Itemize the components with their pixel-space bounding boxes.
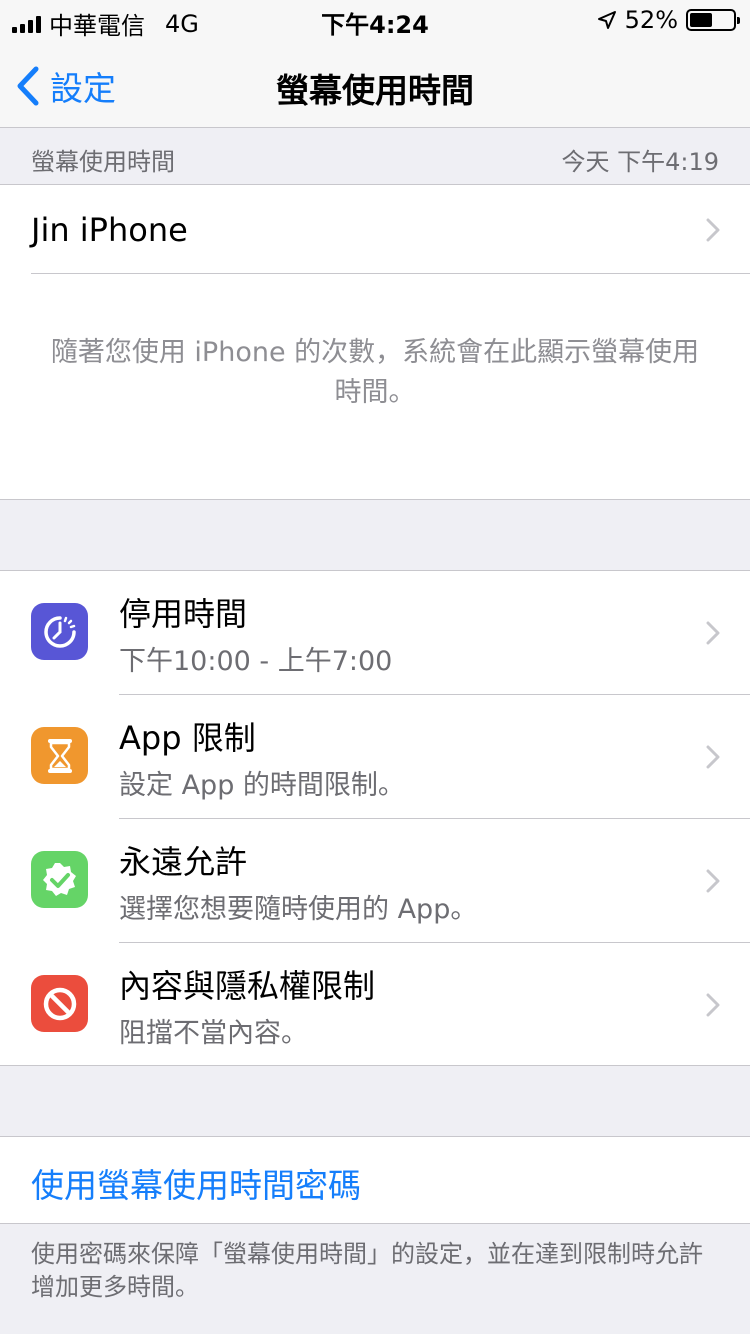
downtime-row[interactable]: 停用時間 下午10:00 - 上午7:00 xyxy=(0,571,750,695)
location-arrow-icon xyxy=(597,11,616,29)
device-row[interactable]: Jin iPhone xyxy=(0,185,750,273)
summary-section-header: 螢幕使用時間 今天 下午4:19 xyxy=(0,129,750,185)
chevron-right-icon xyxy=(706,869,720,893)
downtime-subtitle: 下午10:00 - 上午7:00 xyxy=(119,646,393,677)
page-title: 螢幕使用時間 xyxy=(276,71,474,110)
use-passcode-label: 使用螢幕使用時間密碼 xyxy=(31,1166,361,1205)
usage-placeholder-text: 隨著您使用 iPhone 的次數，系統會在此顯示螢幕使用時間。 xyxy=(50,337,700,408)
features-section: 停用時間 下午10:00 - 上午7:00 App 限制 設定 App 的時間限… xyxy=(0,570,750,1066)
battery-icon xyxy=(686,9,740,31)
always-allowed-row[interactable]: 永遠允許 選擇您想要隨時使用的 App。 xyxy=(0,819,750,943)
passcode-section: 使用螢幕使用時間密碼 xyxy=(0,1136,750,1224)
use-passcode-button[interactable]: 使用螢幕使用時間密碼 xyxy=(0,1137,750,1223)
restriction-icon xyxy=(31,975,88,1032)
downtime-title: 停用時間 xyxy=(119,595,248,633)
downtime-icon xyxy=(31,603,88,660)
content-privacy-subtitle: 阻擋不當內容。 xyxy=(119,1018,308,1049)
navigation-bar: 設定 螢幕使用時間 xyxy=(0,40,750,128)
passcode-footer-note: 使用密碼來保障「螢幕使用時間」的設定，並在達到限制時允許增加更多時間。 xyxy=(31,1240,703,1301)
battery-fill xyxy=(690,13,712,27)
device-name: Jin iPhone xyxy=(31,211,188,249)
chevron-right-icon xyxy=(706,745,720,769)
chevron-right-icon xyxy=(706,218,720,242)
content-privacy-title: 內容與隱私權限制 xyxy=(119,967,376,1005)
summary-header-label: 螢幕使用時間 xyxy=(31,148,175,176)
app-limits-row[interactable]: App 限制 設定 App 的時間限制。 xyxy=(0,695,750,819)
battery-percent: 52% xyxy=(624,6,678,34)
device-usage-section: Jin iPhone 隨著您使用 iPhone 的次數，系統會在此顯示螢幕使用時… xyxy=(0,184,750,500)
status-right: 52% xyxy=(597,6,740,34)
chevron-right-icon xyxy=(706,993,720,1017)
status-bar: 中華電信 4G 下午4:24 52% xyxy=(0,0,750,40)
chevron-right-icon xyxy=(706,621,720,645)
content-privacy-row[interactable]: 內容與隱私權限制 阻擋不當內容。 xyxy=(0,943,750,1067)
summary-updated-time: 今天 下午4:19 xyxy=(561,148,719,176)
app-limits-title: App 限制 xyxy=(119,719,256,757)
checkmark-badge-icon xyxy=(31,851,88,908)
row-separator xyxy=(31,273,750,274)
always-allowed-title: 永遠允許 xyxy=(119,843,248,881)
app-limits-subtitle: 設定 App 的時間限制。 xyxy=(119,770,405,801)
always-allowed-subtitle: 選擇您想要隨時使用的 App。 xyxy=(119,894,478,925)
hourglass-icon xyxy=(31,727,88,784)
